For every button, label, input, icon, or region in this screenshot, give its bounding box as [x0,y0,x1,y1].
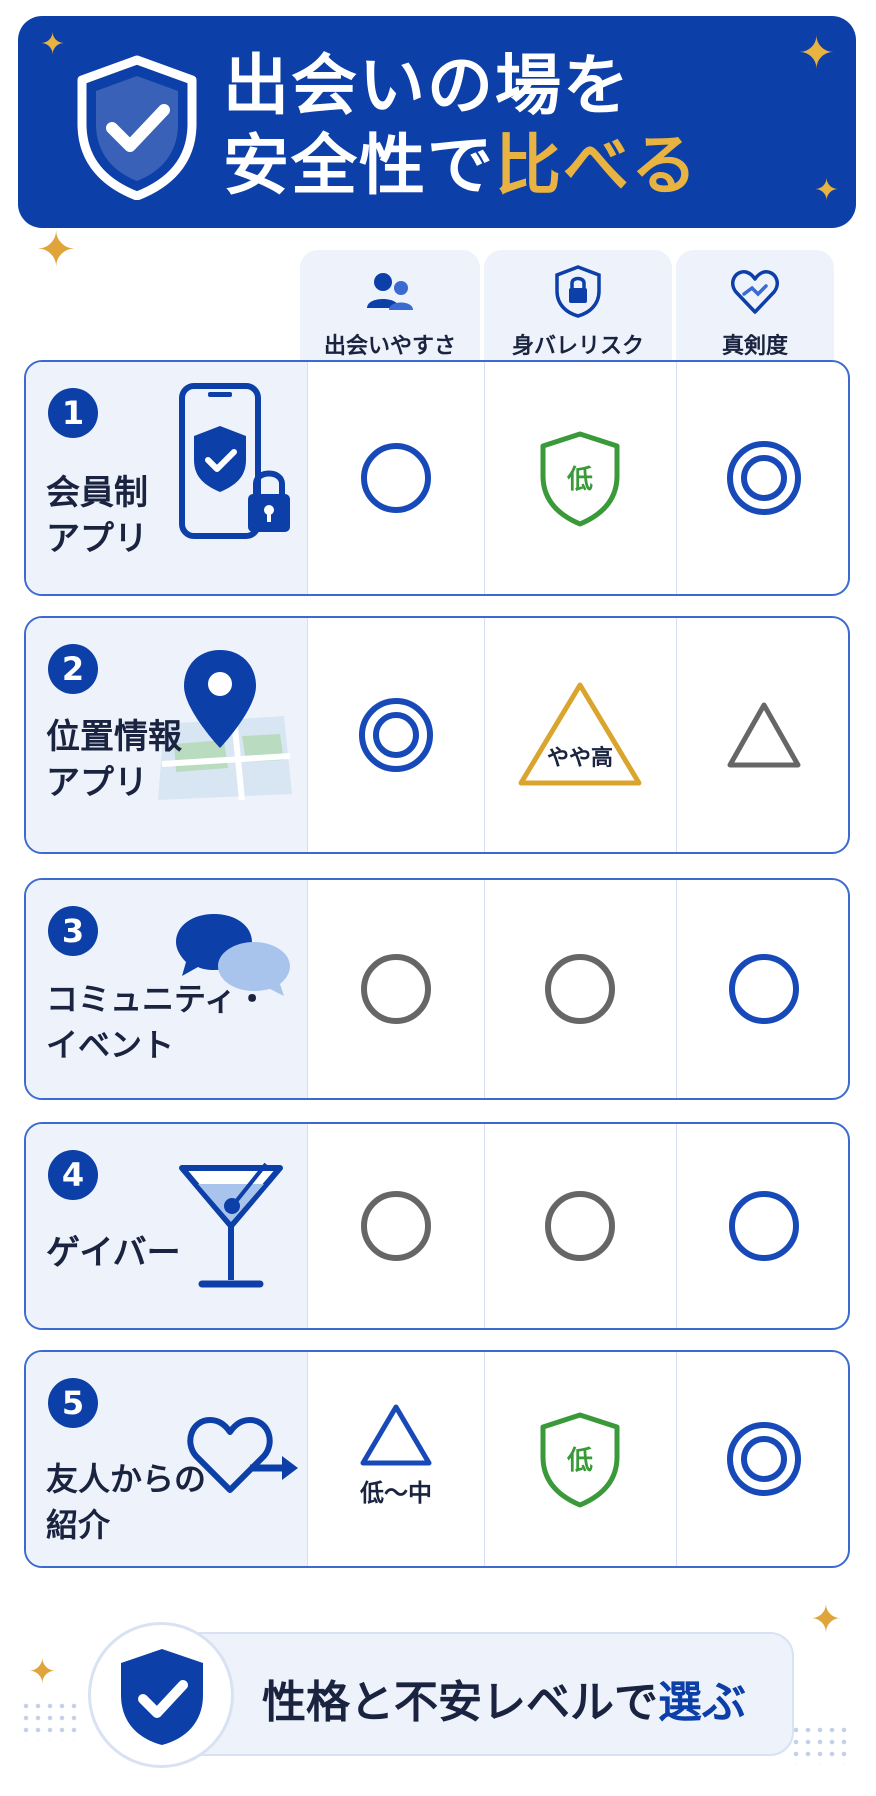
column-label: 身バレリスク [511,334,644,359]
table-row: 1 会員制 アプリ 低 [24,360,850,596]
rating-cell [308,362,484,594]
sparkle-icon: ✦ [28,1652,57,1692]
row-label: 位置情報 アプリ [46,717,182,803]
double-circle-mark-icon [727,1422,801,1496]
table-row: 5 友人からの 紹介 低〜中 低 [24,1350,850,1568]
table-row: 2 位置情報 アプリ やや高 [24,616,850,854]
circle-mark-icon [729,1191,799,1261]
column-label: 真剣度 [721,334,788,359]
sparkle-icon: ✦ [814,173,840,208]
column-header-seriousness: 真剣度 [676,250,834,370]
cocktail-glass-icon [179,1162,283,1288]
rating-cell [676,1124,848,1328]
circle-mark-icon [361,1191,431,1261]
footer-text-prefix: 性格と不安レベルで [262,1677,658,1728]
column-header-exposure-risk: 身バレリスク [484,250,672,370]
circle-mark-icon [361,954,431,1024]
page-title: 出会いの場を 安全性で比べる [223,46,699,206]
rating-cell: 低 [484,362,676,594]
sparkle-icon: ✦ [798,28,835,79]
triangle-mark-icon: 低〜中 [359,1404,432,1507]
table-row: 3 コミュニティ・ イベント [24,878,850,1100]
title-banner: ✦ ✦ ✦ 出会いの場を 安全性で比べる [18,16,856,228]
title-line-2: 安全性で比べる [223,126,699,206]
circle-mark-icon [545,1191,615,1261]
shield-label: 低 [566,465,593,495]
footer-text: 性格と不安レベルで選ぶ [262,1666,746,1730]
rating-cell: やや高 [484,618,676,852]
row-label: 会員制 アプリ [46,473,148,559]
rating-cell: 低〜中 [308,1352,484,1566]
row-number-badge: 5 [48,1378,98,1428]
triangle-label: 低〜中 [359,1479,432,1507]
double-circle-mark-icon [727,441,801,515]
rating-cell [676,880,848,1098]
row-number-badge: 1 [48,388,98,438]
double-circle-mark-icon [359,698,433,772]
shield-check-icon [121,1649,203,1745]
row-label: コミュニティ・ イベント [46,980,269,1064]
rating-cell [484,880,676,1098]
sparkle-icon: ✦ [36,222,77,278]
low-shield-icon: 低 [540,431,620,527]
sparkle-icon: ✦ [40,27,66,62]
phone-shield-lock-icon [179,383,290,539]
shield-check-icon [77,55,197,200]
lock-shield-icon [555,265,601,318]
rating-cell: 低 [484,1352,676,1566]
warning-triangle-icon: やや高 [518,682,642,786]
low-shield-icon: 低 [540,1412,620,1508]
footer-banner: 性格と不安レベルで選ぶ [150,1632,794,1756]
footer-accent: 選ぶ [658,1677,746,1728]
row-label: ゲイバー [46,1233,181,1273]
title-line-2-prefix: 安全性で [223,127,495,204]
triangle-mark-icon [727,702,801,768]
triangle-label: やや高 [547,745,613,771]
title-line-1: 出会いの場を [223,47,631,124]
circle-mark-icon [545,954,615,1024]
circle-mark-icon [361,443,431,513]
circle-mark-icon [729,954,799,1024]
rating-cell [308,618,484,852]
row-number-badge: 4 [48,1150,98,1200]
people-icon [367,273,413,310]
dot-pattern [790,1724,850,1764]
dot-pattern [20,1700,80,1740]
row-number-badge: 2 [48,644,98,694]
heart-hands-icon [731,270,779,314]
row-number-badge: 3 [48,906,98,956]
rating-cell [484,1124,676,1328]
column-label: 出会いやすさ [323,334,456,359]
rating-cell [676,362,848,594]
column-header-ease: 出会いやすさ [300,250,480,370]
shield-label: 低 [566,1446,593,1476]
sparkle-icon: ✦ [810,1597,842,1641]
rating-cell [676,1352,848,1566]
rating-cell [308,880,484,1098]
row-label: 友人からの 紹介 [46,1460,207,1544]
table-row: 4 ゲイバー [24,1122,850,1330]
rating-cell [676,618,848,852]
rating-cell [308,1124,484,1328]
title-accent: 比べる [495,127,699,204]
footer-badge [88,1622,234,1768]
